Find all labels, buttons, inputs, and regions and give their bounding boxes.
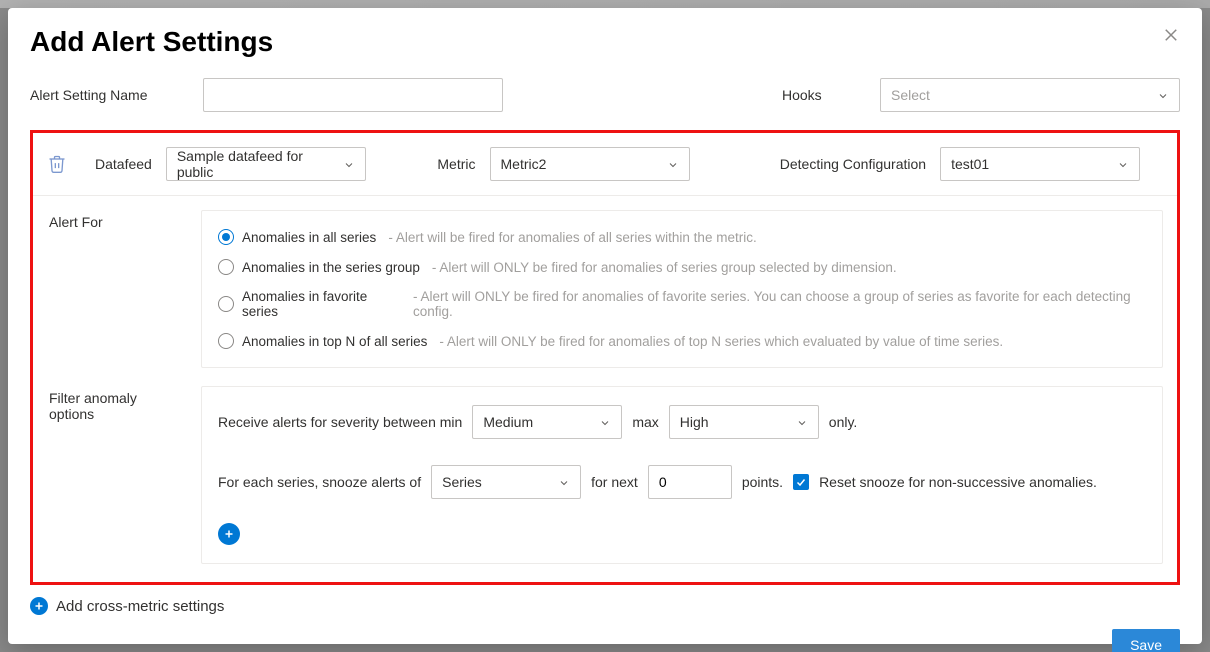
chevron-down-icon (796, 416, 808, 428)
severity-suffix: only. (829, 414, 858, 430)
add-filter-button[interactable] (218, 523, 240, 545)
severity-max-value: High (680, 414, 709, 430)
radio-icon (218, 333, 234, 349)
radio-desc: - Alert will ONLY be fired for anomalies… (439, 334, 1003, 349)
radio-desc: - Alert will be fired for anomalies of a… (388, 230, 756, 245)
hooks-select-placeholder: Select (891, 87, 930, 103)
alert-for-option[interactable]: Anomalies in the series group - Alert wi… (218, 259, 1146, 275)
alert-for-option[interactable]: Anomalies in top N of all series - Alert… (218, 333, 1146, 349)
radio-desc: - Alert will ONLY be fired for anomalies… (432, 260, 897, 275)
detecting-config-value: test01 (951, 156, 989, 172)
metric-label: Metric (437, 156, 475, 172)
metric-select[interactable]: Metric2 (490, 147, 690, 181)
add-cross-metric-label[interactable]: Add cross-metric settings (56, 598, 224, 615)
trash-icon[interactable] (47, 154, 67, 174)
alert-for-panel: Anomalies in all series - Alert will be … (201, 210, 1163, 368)
reset-snooze-label: Reset snooze for non-successive anomalie… (819, 474, 1097, 490)
chevron-down-icon (1117, 158, 1129, 170)
background-blur (0, 0, 1210, 8)
snooze-suffix: points. (742, 474, 783, 490)
hooks-select[interactable]: Select (880, 78, 1180, 112)
close-icon[interactable] (1162, 26, 1180, 44)
severity-max-select[interactable]: High (669, 405, 819, 439)
alert-for-option[interactable]: Anomalies in all series - Alert will be … (218, 229, 1146, 245)
filter-options-panel: Receive alerts for severity between min … (201, 386, 1163, 564)
snooze-scope-value: Series (442, 474, 482, 490)
add-alert-settings-modal: Add Alert Settings Alert Setting Name Ho… (8, 8, 1202, 644)
chevron-down-icon (558, 476, 570, 488)
severity-min-value: Medium (483, 414, 533, 430)
detecting-config-label: Detecting Configuration (780, 156, 926, 172)
alert-for-label: Alert For (41, 210, 183, 230)
chevron-down-icon (599, 416, 611, 428)
modal-title: Add Alert Settings (30, 26, 273, 58)
alert-for-option[interactable]: Anomalies in favorite series - Alert wil… (218, 289, 1146, 319)
metric-value: Metric2 (501, 156, 547, 172)
datafeed-value: Sample datafeed for public (177, 148, 343, 180)
radio-icon (218, 296, 234, 312)
snooze-points-input[interactable] (648, 465, 732, 499)
radio-label: Anomalies in top N of all series (242, 334, 427, 349)
chevron-down-icon (1157, 89, 1169, 101)
radio-icon (218, 229, 234, 245)
detecting-config-select[interactable]: test01 (940, 147, 1140, 181)
datafeed-label: Datafeed (95, 156, 152, 172)
hooks-label: Hooks (782, 87, 862, 103)
save-button[interactable]: Save (1112, 629, 1180, 652)
alert-name-label: Alert Setting Name (30, 87, 185, 103)
radio-label: Anomalies in all series (242, 230, 376, 245)
snooze-scope-select[interactable]: Series (431, 465, 581, 499)
filter-options-label: Filter anomaly options (41, 386, 183, 422)
radio-label: Anomalies in favorite series (242, 289, 401, 319)
snooze-prefix: For each series, snooze alerts of (218, 474, 421, 490)
severity-min-select[interactable]: Medium (472, 405, 622, 439)
add-cross-metric-icon[interactable] (30, 597, 48, 615)
radio-icon (218, 259, 234, 275)
snooze-mid: for next (591, 474, 638, 490)
alert-name-input[interactable] (203, 78, 503, 112)
reset-snooze-checkbox[interactable] (793, 474, 809, 490)
chevron-down-icon (667, 158, 679, 170)
chevron-down-icon (343, 158, 355, 170)
radio-label: Anomalies in the series group (242, 260, 420, 275)
radio-desc: - Alert will ONLY be fired for anomalies… (413, 289, 1146, 319)
severity-mid: max (632, 414, 658, 430)
severity-prefix: Receive alerts for severity between min (218, 414, 462, 430)
datafeed-select[interactable]: Sample datafeed for public (166, 147, 366, 181)
alert-config-block: Datafeed Sample datafeed for public Metr… (30, 130, 1180, 585)
